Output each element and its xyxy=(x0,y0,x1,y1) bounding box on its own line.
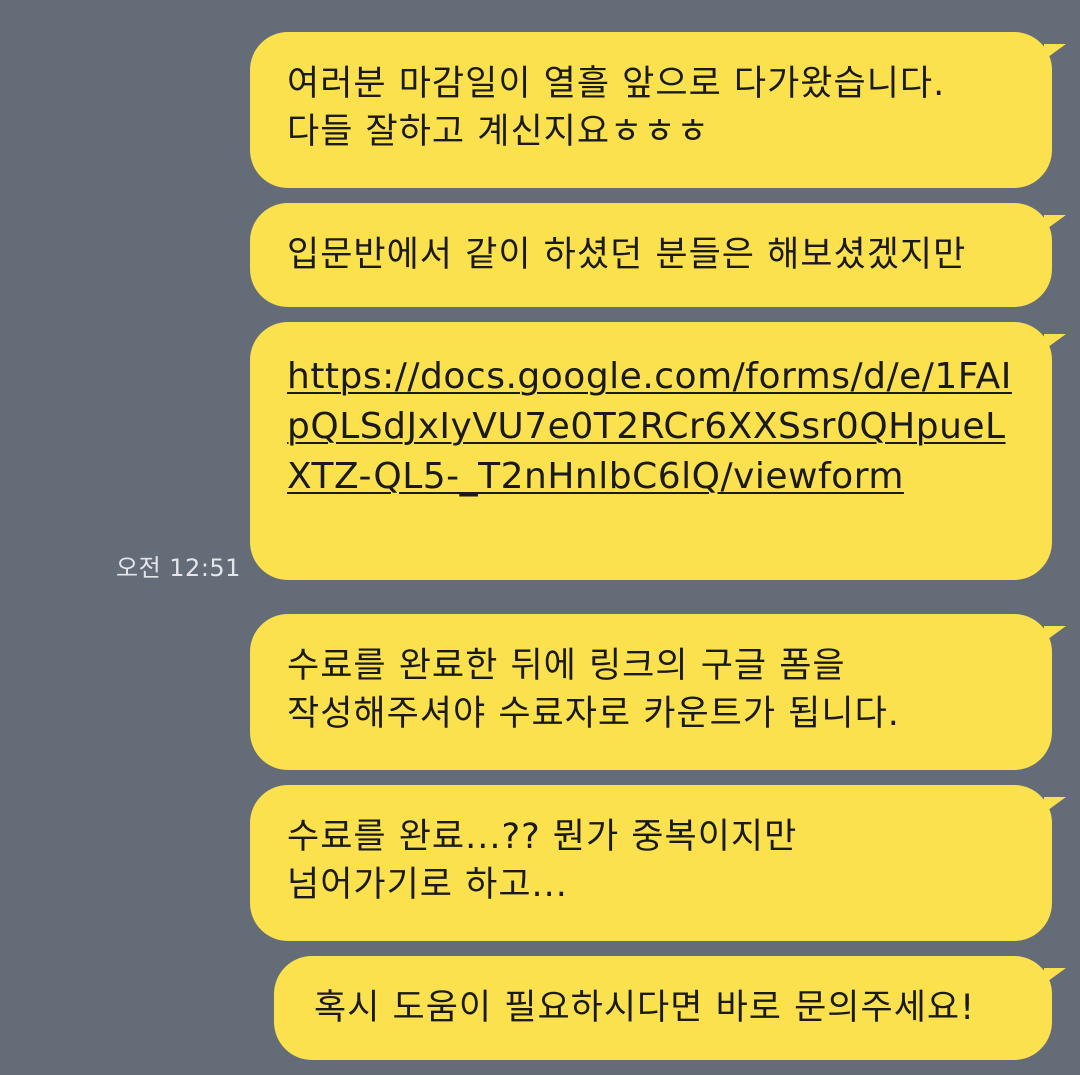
bubble-tail xyxy=(1044,968,1066,984)
bubble-tail xyxy=(1044,797,1066,813)
form-link[interactable]: https://docs.google.com/forms/d/e/1FAIpQ… xyxy=(287,352,1016,502)
bubble-tail xyxy=(1044,215,1066,231)
message-text: 여러분 마감일이 열흘 앞으로 다가왔습니다. 다들 잘하고 계신지요ㅎㅎㅎ xyxy=(287,64,946,152)
message-timestamp: 오전 12:51 xyxy=(116,554,241,582)
message-bubble-link[interactable]: https://docs.google.com/forms/d/e/1FAIpQ… xyxy=(250,322,1066,580)
message-text: 입문반에서 같이 하셨던 분들은 해보셨겠지만 xyxy=(287,235,967,275)
bubble-tail xyxy=(1044,44,1066,60)
message-bubble[interactable]: 수료를 완료한 뒤에 링크의 구글 폼을 작성해주셔야 수료자로 카운트가 됩니… xyxy=(250,614,1066,770)
message-bubble[interactable]: 수료를 완료...?? 뭔가 중복이지만 넘어가기로 하고... xyxy=(250,785,1066,941)
message-text: 혹시 도움이 필요하시다면 바로 문의주세요! xyxy=(314,988,976,1028)
bubble-tail xyxy=(1044,626,1066,642)
bubble-tail xyxy=(1044,334,1066,350)
message-text: 수료를 완료...?? 뭔가 중복이지만 넘어가기로 하고... xyxy=(287,817,798,905)
message-bubble[interactable]: 여러분 마감일이 열흘 앞으로 다가왔습니다. 다들 잘하고 계신지요ㅎㅎㅎ xyxy=(250,32,1066,188)
message-bubble[interactable]: 입문반에서 같이 하셨던 분들은 해보셨겠지만 xyxy=(250,203,1066,307)
message-bubble[interactable]: 혹시 도움이 필요하시다면 바로 문의주세요! xyxy=(274,956,1066,1060)
message-text: 수료를 완료한 뒤에 링크의 구글 폼을 작성해주셔야 수료자로 카운트가 됩니… xyxy=(287,646,900,734)
